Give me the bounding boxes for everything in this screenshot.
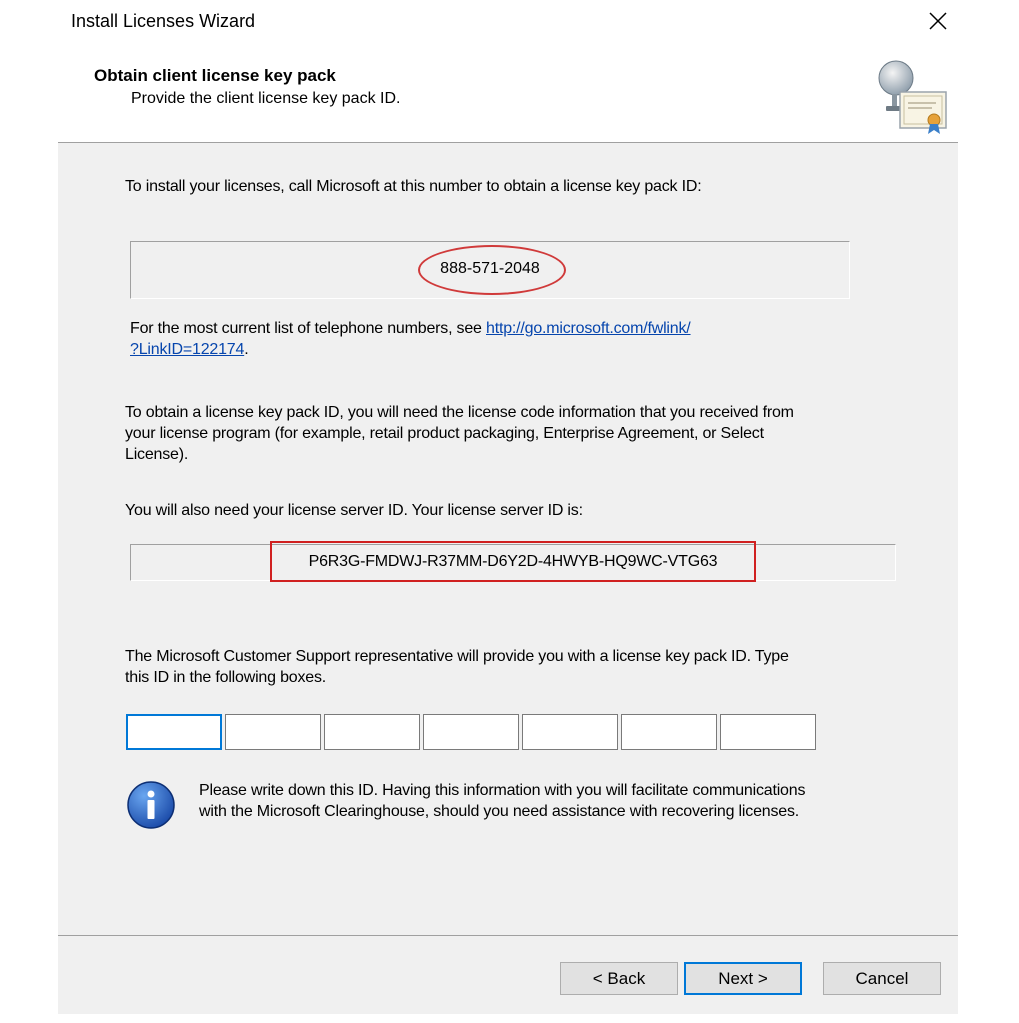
license-code-line-3: License). [125,446,189,463]
key-pack-id-field-5[interactable] [522,714,618,750]
close-icon [929,12,947,30]
license-certificate-icon [878,60,947,134]
key-pack-id-field-6[interactable] [621,714,717,750]
support-line-1: The Microsoft Customer Support represent… [125,648,789,665]
intro-text: To install your licenses, call Microsoft… [125,178,702,195]
support-line-2: this ID in the following boxes. [125,669,327,686]
key-pack-id-field-2[interactable] [225,714,321,750]
title-bar: Install Licenses Wizard [0,0,1019,44]
window-title: Install Licenses Wizard [71,11,256,31]
phone-number: 888-571-2048 [440,260,540,277]
license-code-line-2: your license program (for example, retai… [125,425,764,442]
back-button[interactable]: < Back [560,962,678,995]
phone-number-box: 888-571-2048 [130,241,850,299]
close-button[interactable] [918,4,958,38]
key-pack-id-field-4[interactable] [423,714,519,750]
note-line-1: Please write down this ID. Having this i… [199,782,806,799]
note-line-2: with the Microsoft Clearinghouse, should… [199,803,800,820]
phone-list-link[interactable]: http://go.microsoft.com/fwlink/ [486,320,691,337]
info-icon [127,781,175,829]
page-title: Obtain client license key pack [94,66,336,85]
server-id-label: You will also need your license server I… [125,502,583,519]
cancel-button[interactable]: Cancel [823,962,941,995]
key-pack-id-field-1[interactable] [126,714,222,750]
phone-list-link-2[interactable]: ?LinkID=122174 [130,341,244,358]
page-subtitle: Provide the client license key pack ID. [131,90,401,107]
key-pack-id-field-7[interactable] [720,714,816,750]
phone-list-text: For the most current list of telephone n… [130,318,691,339]
next-button[interactable]: Next > [684,962,802,995]
phone-list-text-2: ?LinkID=122174. [130,339,249,360]
server-id: P6R3G-FMDWJ-R37MM-D6Y2D-4HWYB-HQ9WC-VTG6… [308,553,718,570]
phone-list-suffix: . [244,341,249,358]
license-code-line-1: To obtain a license key pack ID, you wil… [125,404,794,421]
phone-list-prefix: For the most current list of telephone n… [130,320,486,337]
wizard-header: Obtain client license key pack Provide t… [58,44,958,142]
key-pack-id-field-3[interactable] [324,714,420,750]
